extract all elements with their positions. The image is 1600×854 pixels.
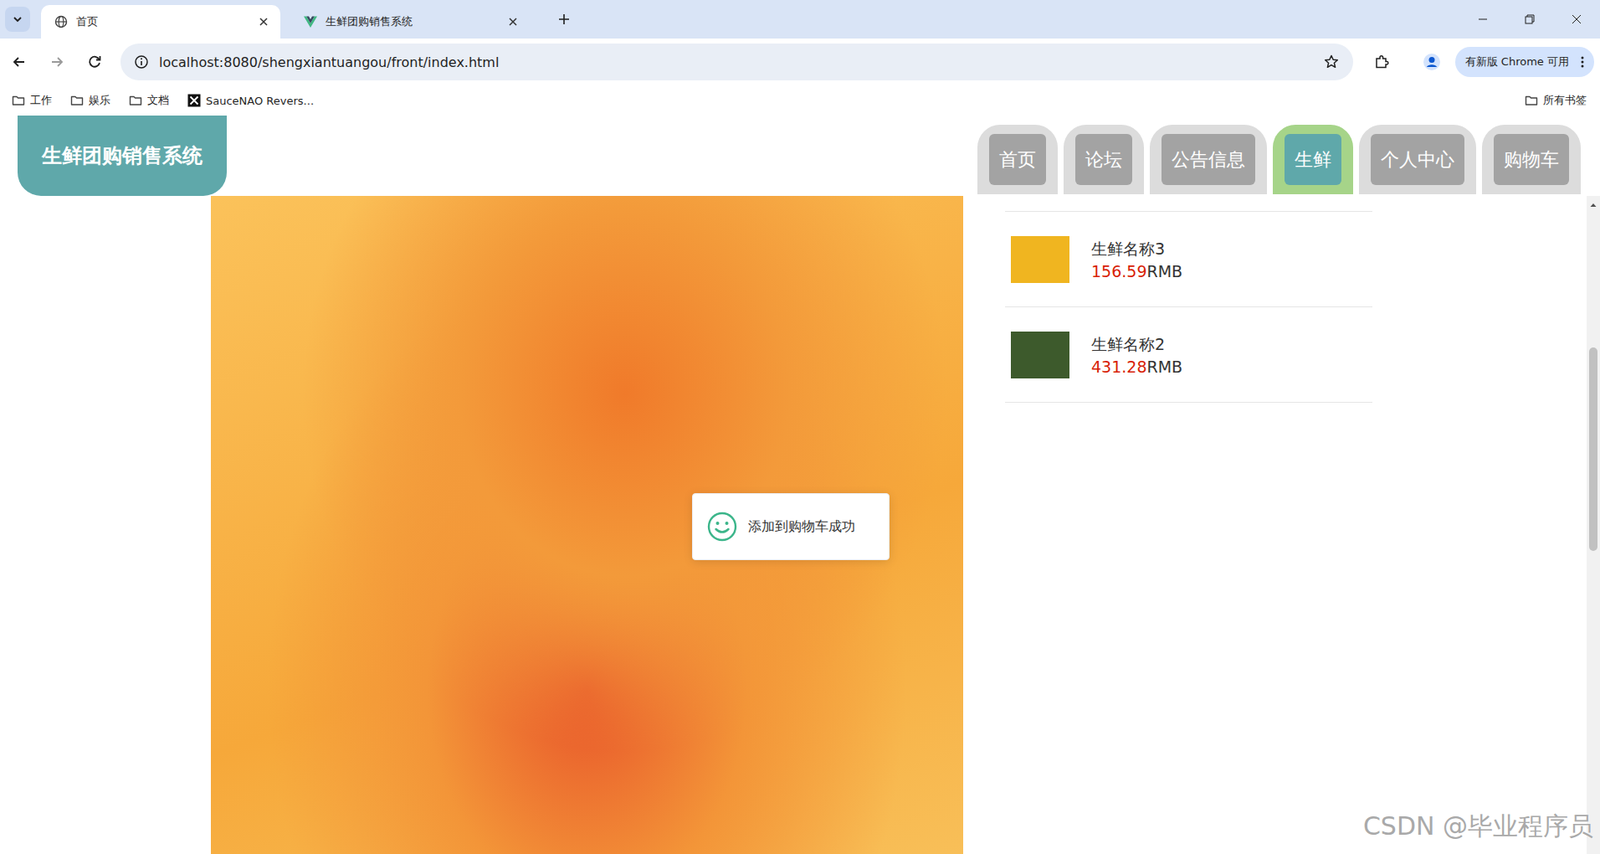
bookmark-label: 工作 (30, 92, 52, 108)
toast-message: 添加到购物车成功 (692, 492, 890, 560)
nav-tab[interactable]: 公告信息 (1149, 124, 1267, 195)
product-list: 生鲜名称3156.59RMB生鲜名称2431.28RMB (1005, 210, 1373, 403)
watermark: CSDN @毕业程序员 (1363, 809, 1594, 844)
tab-title: 首页 (76, 14, 249, 30)
site-x-icon (187, 93, 201, 108)
folder-icon (11, 93, 26, 108)
scrollbar-thumb[interactable] (1589, 347, 1598, 551)
arrow-right-icon (48, 53, 66, 71)
all-bookmarks[interactable]: 所有书签 (1517, 90, 1594, 111)
product-thumbnail (1010, 235, 1070, 283)
globe-icon (54, 15, 68, 29)
product-name: 生鲜名称3 (1091, 238, 1183, 261)
scroll-up-icon[interactable] (1586, 199, 1600, 211)
toolbar: localhost:8080/shengxiantuangou/front/in… (0, 38, 1600, 86)
nav-tab-label: 首页 (989, 133, 1047, 185)
extensions-button[interactable] (1364, 45, 1399, 79)
tab-title: 生鲜团购销售系统 (325, 14, 498, 30)
price-unit: RMB (1146, 357, 1183, 376)
url-text[interactable]: localhost:8080/shengxiantuangou/front/in… (158, 54, 499, 71)
page-content: 生鲜团购销售系统首页论坛公告信息生鲜个人中心购物车生鲜名称3156.59RMB生… (0, 115, 1587, 854)
tab-strip: 首页 生鲜团购销售系统 (0, 0, 1600, 39)
nav-tab-label: 公告信息 (1161, 133, 1256, 185)
product-price: 156.59RMB (1091, 261, 1183, 281)
browser-tab[interactable]: 生鲜团购销售系统 (290, 5, 530, 39)
product-thumbnail (1010, 331, 1070, 379)
update-label: 有新版 Chrome 可用 (1465, 54, 1570, 70)
nav-tab-label: 个人中心 (1370, 133, 1465, 185)
plus-icon[interactable] (556, 11, 572, 27)
bookmark-label: 娱乐 (88, 92, 111, 108)
smiley-icon (706, 510, 739, 543)
close-window-button[interactable] (1553, 0, 1600, 39)
site-header: 生鲜团购销售系统 首页论坛公告信息生鲜个人中心购物车 (0, 115, 1587, 196)
folder-icon (128, 93, 143, 108)
bookmark[interactable]: 工作 (5, 90, 59, 111)
bookmark-label: SauceNAO Revers... (205, 94, 314, 108)
product-item[interactable]: 生鲜名称3156.59RMB (1005, 211, 1373, 308)
nav-tab-label: 购物车 (1493, 133, 1570, 185)
web-page: 生鲜团购销售系统首页论坛公告信息生鲜个人中心购物车生鲜名称3156.59RMB生… (0, 115, 1600, 854)
site-logo[interactable]: 生鲜团购销售系统 (17, 115, 227, 196)
product-name: 生鲜名称2 (1091, 333, 1183, 356)
screen: 首页生鲜团购销售系统localhost:8080/shengxiantuango… (0, 0, 1600, 854)
nav-tab[interactable]: 购物车 (1482, 124, 1581, 195)
browser-tab[interactable]: 首页 (41, 5, 281, 39)
price-value: 431.28 (1091, 357, 1147, 376)
minimize-button[interactable] (1459, 0, 1507, 39)
address-bar[interactable]: localhost:8080/shengxiantuangou/front/in… (120, 43, 1354, 81)
reload-button[interactable] (77, 45, 112, 79)
star-icon[interactable] (1323, 53, 1340, 71)
bookmark-label: 所有书签 (1543, 92, 1587, 108)
bookmark-label: 文档 (147, 92, 170, 108)
profile-icon (1422, 52, 1442, 72)
price-unit: RMB (1146, 261, 1183, 281)
scrollbar-track[interactable] (1586, 195, 1600, 854)
puzzle-icon (1373, 53, 1390, 71)
product-price: 431.28RMB (1091, 357, 1183, 376)
reload-icon (86, 53, 103, 71)
toast-text: 添加到购物车成功 (748, 517, 856, 536)
price-value: 156.59 (1091, 261, 1147, 281)
site-nav: 首页论坛公告信息生鲜个人中心购物车 (977, 124, 1581, 195)
restore-button[interactable] (1506, 0, 1554, 39)
forward-button[interactable] (40, 45, 74, 79)
restore-icon (1523, 13, 1536, 26)
page-scrollbar (1586, 115, 1600, 854)
chevron-down-icon (11, 13, 24, 26)
update-button[interactable]: 有新版 Chrome 可用 (1455, 46, 1595, 77)
close-icon[interactable] (256, 15, 271, 29)
close-icon (1570, 13, 1583, 26)
back-button[interactable] (2, 45, 36, 79)
scrollbar-top-space (1586, 115, 1600, 196)
product-item[interactable]: 生鲜名称2431.28RMB (1005, 307, 1373, 403)
bookmark[interactable]: SauceNAO Revers... (180, 91, 321, 110)
bookmark[interactable]: 文档 (122, 90, 176, 111)
profile-button[interactable] (1415, 45, 1449, 79)
info-icon[interactable] (133, 54, 149, 70)
bookmarks-bar: 工作 娱乐 文档 SauceNAO Revers... 所有书签 (0, 85, 1600, 116)
close-icon[interactable] (506, 15, 520, 29)
nav-tab[interactable]: 论坛 (1063, 124, 1144, 195)
bookmark[interactable]: 娱乐 (63, 90, 118, 111)
folder-icon (1524, 93, 1539, 108)
nav-tab[interactable]: 生鲜 (1272, 124, 1354, 195)
product-info: 生鲜名称3156.59RMB (1091, 238, 1183, 281)
product-info: 生鲜名称2431.28RMB (1091, 333, 1183, 376)
arrow-left-icon (10, 53, 28, 71)
tab-search-button[interactable] (5, 6, 31, 32)
nav-tab-label: 生鲜 (1284, 133, 1342, 185)
nav-tab[interactable]: 个人中心 (1358, 124, 1477, 195)
kebab-menu-icon (1575, 55, 1590, 69)
nav-tab[interactable]: 首页 (977, 124, 1058, 195)
nav-tab-label: 论坛 (1075, 133, 1133, 185)
minimize-icon (1476, 13, 1489, 26)
product-list-panel: 生鲜名称3156.59RMB生鲜名称2431.28RMB (1005, 195, 1373, 854)
folder-icon (70, 93, 84, 108)
vue-logo-icon (303, 15, 318, 29)
